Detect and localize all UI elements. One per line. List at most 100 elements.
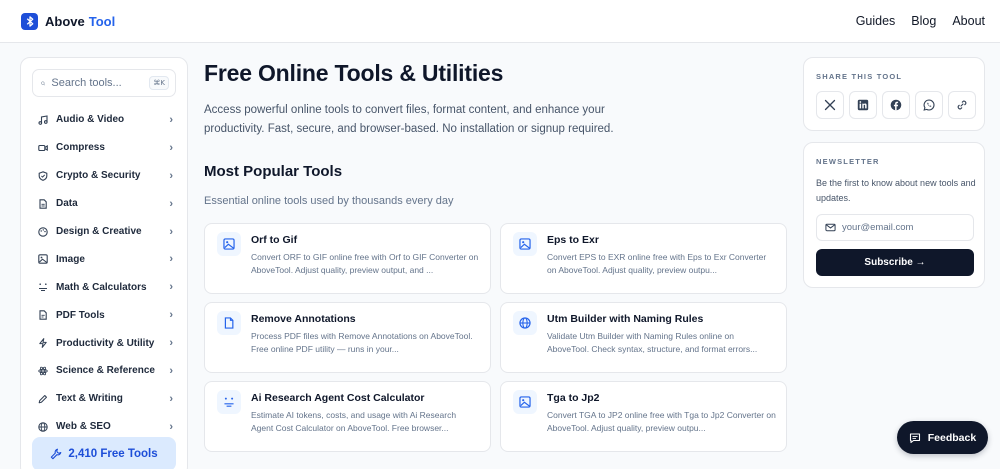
share-x-button[interactable]	[816, 91, 844, 119]
sidebar-item-label: Text & Writing	[56, 393, 123, 405]
document-icon	[38, 198, 48, 209]
share-panel: SHARE THIS TOOL	[803, 57, 985, 131]
category-list: Audio & Video › Compress › Crypto & Secu…	[21, 106, 187, 441]
tool-card-title: Orf to Gif	[251, 234, 298, 246]
sidebar-item-label: Science & Reference	[56, 365, 155, 377]
tool-card-ai-research-agent-cost-calculator[interactable]: Ai Research Agent Cost Calculator Estima…	[204, 381, 491, 452]
chevron-right-icon: ›	[169, 253, 173, 266]
pencil-icon	[38, 394, 48, 404]
tool-card-remove-annotations[interactable]: Remove Annotations Process PDF files wit…	[204, 302, 491, 373]
tool-card-description: Convert ORF to GIF online free with Orf …	[251, 252, 479, 275]
subscribe-button[interactable]: Subscribe →	[816, 249, 974, 276]
newsletter-description: Be the first to know about new tools and…	[816, 178, 976, 203]
share-panel-label: SHARE THIS TOOL	[816, 72, 903, 81]
copy-link-button[interactable]	[948, 91, 976, 119]
tool-card-orf-to-gif[interactable]: Orf to Gif Convert ORF to GIF online fre…	[204, 223, 491, 294]
brand-logo-link[interactable]: Above Tool	[21, 12, 116, 30]
pdf-file-icon	[38, 310, 48, 320]
intro-text: Access powerful online tools to convert …	[204, 104, 614, 135]
sidebar-item-math-calculators[interactable]: Math & Calculators ›	[21, 273, 187, 301]
tool-card-description: Process PDF files with Remove Annotation…	[251, 331, 473, 354]
document-icon	[217, 311, 241, 335]
sidebar-item-label: Math & Calculators	[56, 281, 147, 293]
sidebar-item-label: Design & Creative	[56, 226, 142, 237]
mail-icon	[825, 223, 836, 232]
linkedin-icon	[857, 99, 869, 111]
tool-card-title: Tga to Jp2	[547, 392, 600, 404]
whatsapp-icon	[923, 99, 935, 111]
x-icon	[824, 99, 836, 111]
main-nav: Guides Blog About	[856, 14, 985, 28]
section-subtitle: Essential online tools used by thousands…	[204, 195, 454, 207]
music-note-icon	[38, 115, 48, 125]
sidebar-item-label: Crypto & Security	[56, 170, 141, 182]
category-sidebar: ⌘K Audio & Video › Compress › Crypto & S…	[20, 57, 188, 469]
tool-card-title: Remove Annotations	[251, 313, 356, 325]
tool-card-eps-to-exr[interactable]: Eps to Exr Convert EPS to EXR online fre…	[500, 223, 787, 294]
image-icon	[217, 232, 241, 256]
chevron-right-icon: ›	[169, 113, 173, 126]
newsletter-email-box[interactable]	[816, 214, 974, 241]
share-facebook-button[interactable]	[882, 91, 910, 119]
chevron-right-icon: ›	[169, 420, 173, 433]
newsletter-label: NEWSLETTER	[816, 157, 880, 166]
free-tools-count-label: 2,410 Free Tools	[68, 448, 158, 460]
sidebar-item-text-writing[interactable]: Text & Writing ›	[21, 385, 187, 413]
tool-card-tga-to-jp2[interactable]: Tga to Jp2 Convert TGA to JP2 online fre…	[500, 381, 787, 452]
atom-icon	[38, 366, 48, 376]
video-camera-icon	[38, 143, 48, 153]
sidebar-item-crypto-security[interactable]: Crypto & Security ›	[21, 162, 187, 190]
brand-name-part2: Tool	[88, 13, 116, 29]
tool-card-description: Convert TGA to JP2 online free with Tga …	[547, 410, 776, 433]
sidebar-item-audio-video[interactable]: Audio & Video ›	[21, 106, 187, 134]
share-linkedin-button[interactable]	[849, 91, 877, 119]
tool-card-utm-builder[interactable]: Utm Builder with Naming Rules Validate U…	[500, 302, 787, 373]
newsletter-panel: NEWSLETTER Be the first to know about ne…	[803, 142, 985, 288]
nav-guides[interactable]: Guides	[856, 14, 896, 28]
chevron-right-icon: ›	[169, 392, 173, 405]
tool-card-title: Eps to Exr	[547, 234, 599, 246]
sidebar-item-science-reference[interactable]: Science & Reference ›	[21, 357, 187, 385]
feedback-button[interactable]: Feedback	[897, 421, 988, 454]
nav-about[interactable]: About	[952, 14, 985, 28]
tool-card-description: Convert EPS to EXR online free with Eps …	[547, 252, 767, 275]
chevron-right-icon: ›	[169, 281, 173, 294]
sidebar-item-label: PDF Tools	[56, 309, 105, 321]
tool-card-description: Validate Utm Builder with Naming Rules o…	[547, 331, 758, 354]
feedback-label: Feedback	[927, 431, 977, 444]
section-title: Most Popular Tools	[204, 163, 343, 180]
sidebar-item-label: Productivity & Utility	[56, 337, 155, 349]
main-content: Free Online Tools & Utilities Access pow…	[204, 57, 789, 452]
image-icon	[513, 390, 537, 414]
chevron-right-icon: ›	[169, 141, 173, 154]
image-icon	[38, 254, 48, 265]
tool-card-description: Estimate AI tokens, costs, and usage wit…	[251, 410, 457, 433]
facebook-icon	[890, 99, 902, 111]
chat-bubble-icon	[909, 432, 920, 443]
search-icon	[41, 80, 46, 86]
page-title: Free Online Tools & Utilities	[204, 60, 504, 86]
nav-blog[interactable]: Blog	[911, 14, 936, 28]
calculator-icon	[217, 390, 241, 414]
search-box[interactable]: ⌘K	[32, 69, 176, 97]
sidebar-item-label: Audio & Video	[56, 114, 125, 126]
share-whatsapp-button[interactable]	[915, 91, 943, 119]
sidebar-item-label: Data	[56, 198, 78, 210]
newsletter-email-input[interactable]	[842, 222, 962, 233]
search-input[interactable]	[51, 77, 144, 89]
share-buttons	[816, 91, 976, 119]
palette-icon	[38, 226, 48, 237]
sidebar-item-compress[interactable]: Compress ›	[21, 134, 187, 162]
sidebar-item-pdf-tools[interactable]: PDF Tools ›	[21, 301, 187, 329]
sidebar-item-design-creative[interactable]: Design & Creative ›	[21, 218, 187, 246]
globe-icon	[513, 311, 537, 335]
tool-card-title: Ai Research Agent Cost Calculator	[251, 392, 425, 404]
sidebar-item-image[interactable]: Image ›	[21, 245, 187, 273]
top-bar: Above Tool Guides Blog About	[0, 0, 1000, 43]
sidebar-item-data[interactable]: Data ›	[21, 190, 187, 218]
wrench-icon	[51, 448, 62, 460]
sidebar-item-productivity-utility[interactable]: Productivity & Utility ›	[21, 329, 187, 357]
shield-icon	[38, 170, 48, 181]
free-tools-count-button[interactable]: 2,410 Free Tools	[32, 437, 176, 469]
chevron-right-icon: ›	[169, 337, 173, 350]
